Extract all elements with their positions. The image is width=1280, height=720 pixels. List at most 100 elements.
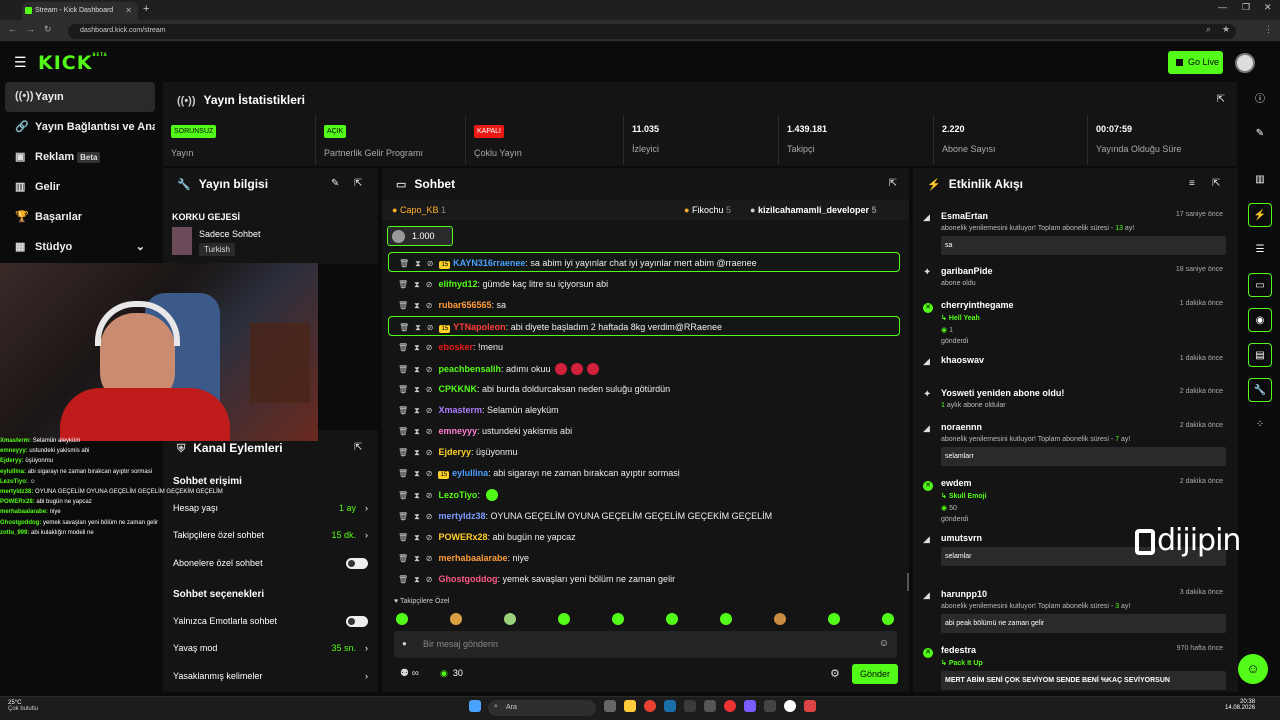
chat-username[interactable]: peachbensalih	[438, 364, 501, 374]
delete-icon[interactable]: 🗑	[399, 323, 409, 332]
obs-icon[interactable]	[784, 700, 796, 712]
user-avatar[interactable]	[1235, 53, 1255, 73]
emotes-only-toggle[interactable]	[346, 616, 368, 627]
app-icon[interactable]	[704, 700, 716, 712]
delete-icon[interactable]: 🗑	[398, 491, 408, 500]
zoom-icon[interactable]: ⌕	[1206, 24, 1211, 35]
ban-icon[interactable]: ⊘	[426, 385, 433, 394]
emote-icon[interactable]	[828, 613, 840, 625]
chat-message[interactable]: 🗑 ⧗ ⊘ 15 YTNapoleon: abi diyete başladım 2 h…	[388, 316, 900, 336]
slow-mode-row[interactable]: Yavaş mod 35 sn. ›	[173, 643, 368, 653]
ban-icon[interactable]: ⊘	[426, 554, 433, 563]
delete-icon[interactable]: 🗑	[398, 365, 408, 374]
delete-icon[interactable]: 🗑	[398, 406, 408, 415]
app-icon[interactable]	[684, 700, 696, 712]
chat-message[interactable]: 🗑 ⧗ ⊘ merhabaalarabe: niye	[388, 548, 900, 568]
chat-message[interactable]: 🗑 ⧗ ⊘ elifnyd12: gümde kaç litre su içiyors…	[388, 274, 900, 294]
browser-tab[interactable]: Stream - Kick Dashboard ✕	[22, 2, 138, 20]
ban-icon[interactable]: ⊘	[426, 365, 433, 374]
chat-username[interactable]: KAYN316rraenee	[453, 258, 525, 268]
app-icon[interactable]	[764, 700, 776, 712]
chat-message[interactable]: 🗑 ⧗ ⊘ 15 KAYN316rraenee: sa abim iyi yayınla…	[388, 252, 900, 272]
delete-icon[interactable]: 🗑	[398, 343, 408, 352]
settings-gear-icon[interactable]: ⚙	[830, 667, 840, 680]
subs-only-toggle[interactable]	[346, 558, 368, 569]
delete-icon[interactable]: 🗑	[398, 533, 408, 542]
timeout-icon[interactable]: ⧗	[414, 343, 420, 352]
sidebar-item-studyo[interactable]: ▦ Stüdyo ⌄	[5, 232, 155, 262]
delete-icon[interactable]: 🗑	[398, 448, 408, 457]
activity-item[interactable]: ◢ noraennn 2 dakika önce abonelik yenilemes…	[923, 422, 1233, 466]
timeout-icon[interactable]: ⧗	[414, 554, 420, 563]
file-explorer-icon[interactable]	[624, 700, 636, 712]
delete-icon[interactable]: 🗑	[398, 427, 408, 436]
close-tab-icon[interactable]: ✕	[125, 6, 132, 15]
wrench-icon[interactable]: 🔧	[1248, 378, 1272, 402]
weather-widget[interactable]: 25°C Çok bulutlu	[8, 700, 38, 712]
chrome-icon[interactable]	[644, 700, 656, 712]
new-tab-icon[interactable]: +	[143, 3, 149, 15]
chat-username[interactable]: emneyyy	[438, 426, 477, 436]
chat-username[interactable]: Ghostgoddog	[438, 574, 497, 584]
chat-message[interactable]: 🗑 ⧗ ⊘ POWERx28: abi bugün ne yapcaz	[388, 527, 900, 547]
reload-icon[interactable]: ↻	[44, 24, 52, 35]
timeout-icon[interactable]: ⧗	[414, 301, 420, 310]
send-button[interactable]: Gönder	[852, 664, 898, 684]
chat-username[interactable]: Ejderyy	[438, 447, 471, 457]
chat-message[interactable]: 🗑 ⧗ ⊘ Xmasterm: Selamün aleyküm	[388, 400, 900, 420]
timeout-icon[interactable]: ⧗	[414, 280, 420, 289]
delete-icon[interactable]: 🗑	[399, 259, 409, 268]
ban-icon[interactable]: ⊘	[426, 575, 433, 584]
sidebar-item-stream-key[interactable]: 🔗 Yayın Bağlantısı ve Anahtarı	[5, 112, 155, 142]
chat-username[interactable]: POWERx28	[438, 532, 487, 542]
ban-icon[interactable]: ⊘	[426, 343, 433, 352]
lightning-icon[interactable]: ⚡	[1248, 203, 1272, 227]
popout-icon[interactable]: ⇱	[889, 178, 897, 189]
help-chat-button[interactable]: ☺	[1238, 654, 1268, 684]
sidebar-item-gelir[interactable]: ▥ Gelir	[5, 172, 155, 202]
emoji-icon[interactable]: ☺	[879, 638, 889, 649]
steam-icon[interactable]	[664, 700, 676, 712]
activity-item[interactable]: ✕ cherryinthegame 1 dakika önce ↳ Hell Yeah…	[923, 300, 1233, 345]
pinned-gift[interactable]: 1.000	[387, 226, 453, 246]
delete-icon[interactable]: 🗑	[398, 512, 408, 521]
delete-icon[interactable]: 🗑	[398, 280, 408, 289]
chat-message[interactable]: 🗑 ⧗ ⊘ mertyldz38: OYUNA GEÇELİM OYUNA GEÇEL…	[388, 506, 900, 526]
chat-message[interactable]: 🗑 ⧗ ⊘ Ejderyy: üşüyonmu	[388, 442, 900, 462]
emote-icon[interactable]	[558, 613, 570, 625]
emote-icon[interactable]	[882, 613, 894, 625]
delete-icon[interactable]: 🗑	[398, 301, 408, 310]
browser-menu-icon[interactable]: ⋮	[1264, 24, 1273, 35]
chat-icon[interactable]: ▭	[1248, 273, 1272, 297]
activity-item[interactable]: ✕ ewdem 2 dakika önce ↳ Skull Emoji ◉ 50 gönd…	[923, 478, 1233, 523]
app-icon[interactable]	[804, 700, 816, 712]
timeout-icon[interactable]: ⧗	[414, 575, 420, 584]
chat-message[interactable]: 🗑 ⧗ ⊘ Ghostgoddog: yemek savaşları yeni böl…	[388, 569, 900, 589]
forward-icon[interactable]: →	[26, 24, 35, 34]
list-icon[interactable]: ☰	[1248, 238, 1272, 262]
popout-icon[interactable]: ⇱	[354, 178, 362, 189]
top-gifter[interactable]: ● kizilcahamamli_developer 5	[750, 205, 877, 215]
task-view-icon[interactable]	[604, 700, 616, 712]
chat-username[interactable]: Xmasterm	[438, 405, 482, 415]
broadcast-icon[interactable]: ◉	[1248, 308, 1272, 332]
kick-logo[interactable]: KICKBETA	[38, 52, 108, 74]
ban-icon[interactable]: ⊘	[426, 406, 433, 415]
chat-username[interactable]: merhabaalarabe	[438, 553, 507, 563]
popout-icon[interactable]: ⇱	[1217, 94, 1225, 105]
sidebar-item-yayin[interactable]: ((•)) Yayın	[5, 82, 155, 112]
delete-icon[interactable]: 🗑	[398, 575, 408, 584]
app-icon[interactable]	[724, 700, 736, 712]
activity-item[interactable]: ◢ khaoswav 1 dakika önce	[923, 355, 1233, 366]
timeout-icon[interactable]: ⧗	[414, 491, 420, 500]
go-live-button[interactable]: Go Live	[1168, 51, 1223, 74]
activity-item[interactable]: ◢ EsmaErtan 17 saniye önce abonelik yenilem…	[923, 211, 1233, 255]
stats-icon[interactable]: ▥	[1248, 168, 1272, 192]
chat-scrollbar[interactable]	[907, 573, 909, 591]
edit-icon[interactable]: ✎	[1248, 122, 1272, 146]
info-icon[interactable]: ⓘ	[1248, 88, 1272, 112]
timeout-icon[interactable]: ⧗	[414, 533, 420, 542]
timeout-icon[interactable]: ⧗	[415, 259, 421, 268]
chat-message[interactable]: 🗑 ⧗ ⊘ rubar656565: sa	[388, 295, 900, 315]
mods-icon[interactable]: ⁘	[1248, 413, 1272, 437]
